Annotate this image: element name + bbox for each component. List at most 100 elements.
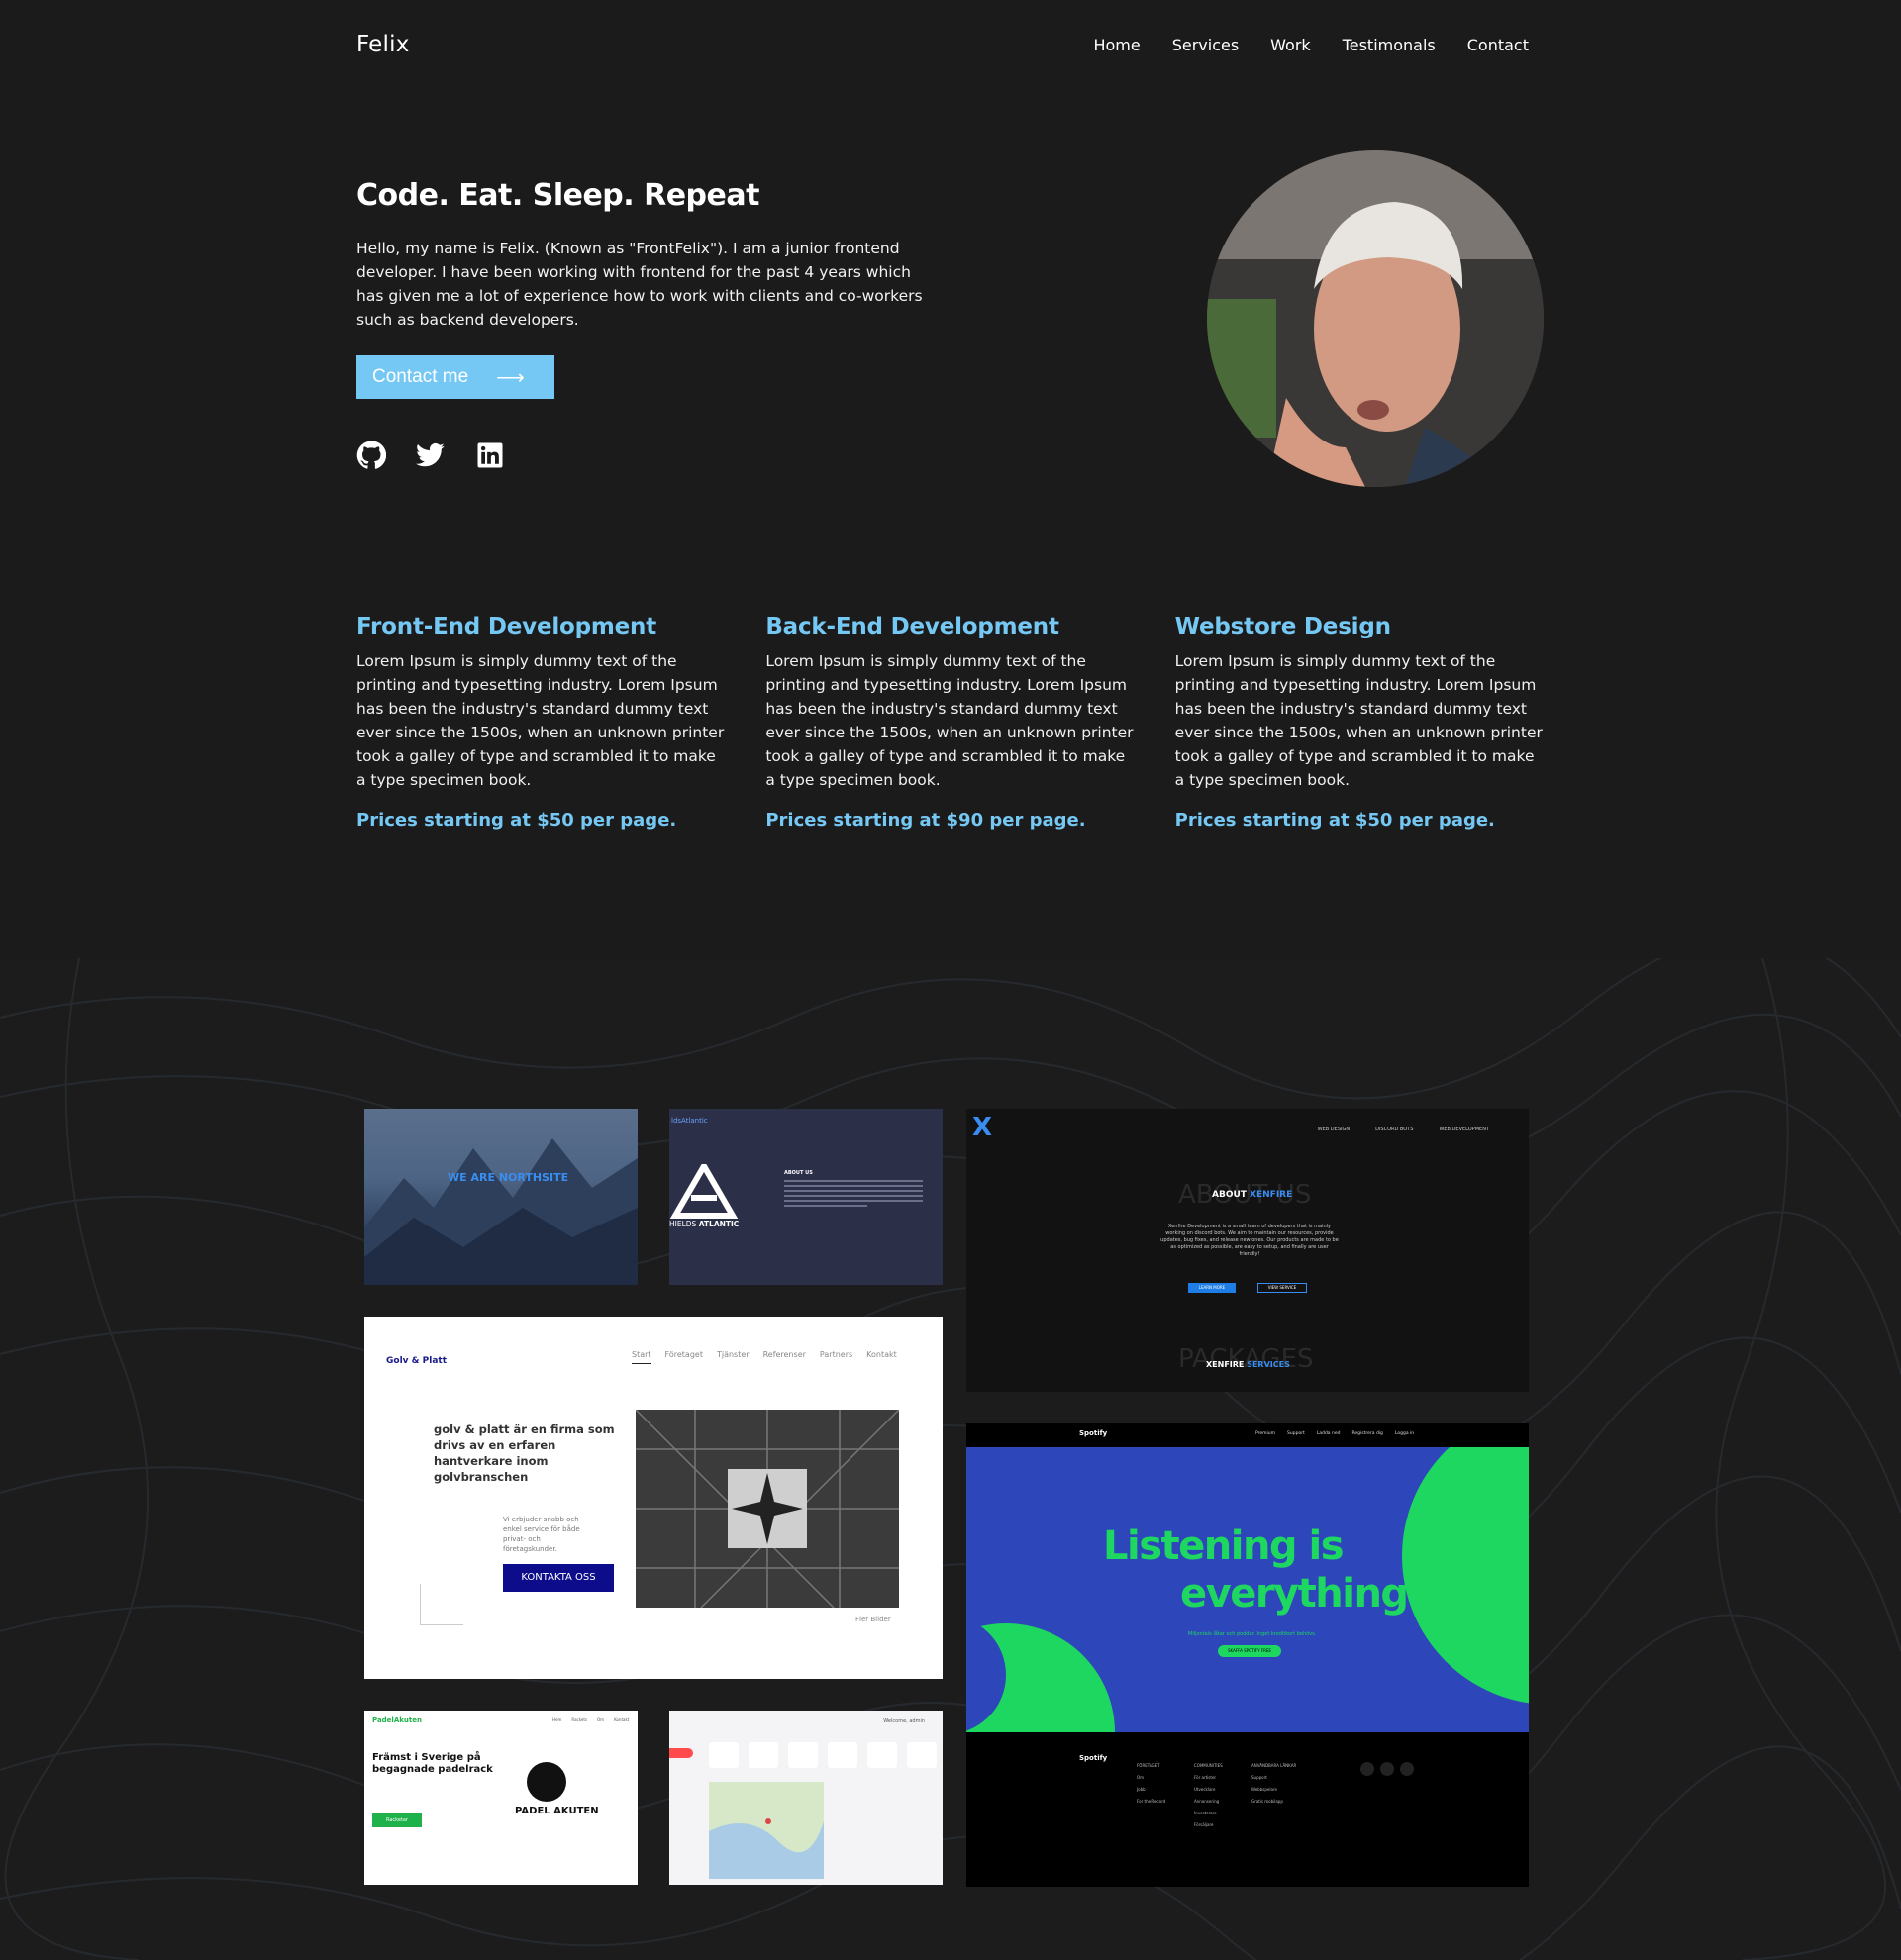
padel-menu: Hem Rackets Om Kontakt [552, 1717, 629, 1722]
arrow-right-icon: ⟶ [496, 366, 525, 389]
linkedin-icon[interactable] [475, 441, 505, 470]
spotify-footer-col: FÖRETAGET Om Jobb For the Record [1137, 1763, 1166, 1804]
dashboard-stat-card [788, 1742, 818, 1768]
service-card: Webstore Design Lorem Ipsum is simply du… [1175, 614, 1545, 831]
shields-logo-icon [669, 1164, 739, 1219]
spotify-menu: Premium Support Ladda ned Registrera dig… [1255, 1431, 1414, 1436]
spotify-menu-item: Logga in [1394, 1431, 1415, 1436]
xenfire-menu-item: WEB DESIGN [1317, 1127, 1351, 1132]
spotify-logo: Spotify [1079, 1429, 1108, 1437]
project-thumbnail-dashboard[interactable]: Welcome, admin [669, 1711, 943, 1885]
padel-menu-item: Kontakt [614, 1717, 630, 1722]
xenfire-logo: X [972, 1113, 993, 1142]
golv-menu-item: Partners [819, 1350, 853, 1359]
service-title: Webstore Design [1174, 614, 1391, 639]
spotify-tagline: Miljontals låtar och poddar. Inget kredi… [1188, 1631, 1317, 1637]
spotify-menu-item: Ladda ned [1316, 1431, 1341, 1436]
contact-me-label: Contact me [372, 366, 469, 387]
dashboard-sidebar-tab [669, 1748, 693, 1758]
golv-menu-item: Referenser [762, 1350, 806, 1359]
golv-menu-item: Tjänster [716, 1350, 750, 1359]
twitter-icon[interactable] [416, 441, 446, 470]
service-card: Front-End Development Lorem Ipsum is sim… [356, 614, 726, 831]
services-section: Front-End Development Lorem Ipsum is sim… [356, 614, 1545, 831]
spotify-footer: Spotify FÖRETAGET Om Jobb For the Record… [966, 1732, 1529, 1887]
shields-name: HIELDS ATLANTIC [669, 1220, 740, 1228]
spotify-cta: SKAFFA SPOTIFY FREE [1218, 1645, 1281, 1657]
project-thumbnail-northsite[interactable]: WE ARE NORTHSITE [364, 1109, 638, 1285]
project-thumbnail-spotify[interactable]: Spotify Premium Support Ladda ned Regist… [966, 1423, 1529, 1887]
xenfire-menu-item: DISCORD BOTS [1375, 1127, 1414, 1132]
contact-me-button[interactable]: Contact me ⟶ [356, 355, 554, 399]
spotify-menu-item: Support [1287, 1431, 1305, 1436]
hero-section: Code. Eat. Sleep. Repeat Hello, my name … [356, 178, 950, 470]
dashboard-stat-card [867, 1742, 897, 1768]
spotify-menu-item: Registrera dig [1351, 1431, 1383, 1436]
xenfire-view-service: VIEW SERVICE [1257, 1283, 1307, 1293]
dashboard-stat-card [749, 1742, 778, 1768]
dashboard-stat-card [907, 1742, 937, 1768]
work-section-background [0, 958, 1901, 1960]
golv-contact-button: KONTAKTA OSS [503, 1564, 614, 1592]
spotify-social-icons [1360, 1762, 1414, 1776]
xenfire-description: Xenfire Development is a small team of d… [1160, 1224, 1339, 1257]
golv-tile-image [635, 1409, 900, 1609]
golv-logo: Golv & Platt [386, 1356, 447, 1366]
padel-menu-item: Om [597, 1717, 605, 1722]
dashboard-map [709, 1782, 824, 1879]
padel-racket-icon [527, 1762, 566, 1802]
shields-about: ABOUT US [784, 1170, 813, 1176]
spotify-hero: Listening is everything Miljontals låtar… [966, 1447, 1529, 1732]
github-icon[interactable] [356, 441, 386, 470]
service-price: Prices starting at $50 per page. [356, 810, 677, 831]
top-nav: Felix Home Services Work Testimonals Con… [356, 28, 1529, 61]
golv-more-images: Fler Bilder [855, 1616, 891, 1623]
profile-photo [1207, 150, 1544, 487]
golv-menu-item: Företaget [664, 1350, 703, 1359]
xenfire-learn-more: LEARN MORE [1188, 1283, 1236, 1293]
service-description: Lorem Ipsum is simply dummy text of the … [1174, 652, 1543, 789]
hero-title: Code. Eat. Sleep. Repeat [356, 178, 759, 213]
golv-headline: golv & platt är en firma som drivs av en… [434, 1422, 615, 1484]
golv-menu: Start Företaget Tjänster Referenser Part… [632, 1350, 897, 1364]
spotify-header [966, 1423, 1529, 1447]
dashboard-stat-card [828, 1742, 857, 1768]
spotify-footer-logo: Spotify [1079, 1754, 1108, 1762]
xenfire-menu: WEB DESIGN DISCORD BOTS WEB DEVELOPMENT [1318, 1127, 1489, 1132]
service-card: Back-End Development Lorem Ipsum is simp… [765, 614, 1135, 831]
spotify-footer-col: ANVÄNDBARA LÄNKAR Support Webbspelare Gr… [1251, 1763, 1297, 1804]
xenfire-about-title: ABOUT XENFIRE [1212, 1190, 1293, 1200]
nav-link-testimonials[interactable]: Testimonals [1343, 36, 1436, 54]
shields-brand: ldsAtlantic [671, 1117, 708, 1125]
spotify-footer-col: COMMUNITIES För artister Utvecklare Anno… [1194, 1763, 1223, 1827]
nav-link-home[interactable]: Home [1093, 36, 1140, 54]
project-thumbnail-golv-platt[interactable]: Golv & Platt Start Företaget Tjänster Re… [364, 1317, 943, 1679]
project-thumbnail-padel-akuten[interactable]: PadelAkuten Hem Rackets Om Kontakt Främs… [364, 1711, 638, 1885]
padel-brand: PADEL AKUTEN [515, 1806, 599, 1816]
social-links [356, 441, 950, 470]
spotify-headline: Listening is everything [1103, 1523, 1409, 1617]
service-price: Prices starting at $50 per page. [1174, 810, 1495, 831]
service-description: Lorem Ipsum is simply dummy text of the … [356, 652, 725, 789]
xenfire-ghost-services: PACKAGES [1178, 1344, 1314, 1374]
padel-headline: Främst i Sverige på begagnade padelrack [372, 1752, 493, 1775]
brand-logo[interactable]: Felix [356, 32, 410, 57]
dashboard-greeting: Welcome, admin [883, 1718, 925, 1724]
project-thumbnail-xenfire[interactable]: X WEB DESIGN DISCORD BOTS WEB DEVELOPMEN… [966, 1109, 1529, 1392]
service-price: Prices starting at $90 per page. [765, 810, 1086, 831]
golv-subtext: Vi erbjuder snabb och enkel service för … [503, 1516, 580, 1553]
project-thumbnail-shields-atlantic[interactable]: ldsAtlantic HIELDS ATLANTIC ABOUT US [669, 1109, 943, 1285]
hero-intro: Hello, my name is Felix. (Known as "Fron… [356, 240, 923, 329]
padel-cta: Racketar [372, 1813, 422, 1827]
nav-link-services[interactable]: Services [1172, 36, 1239, 54]
shields-text-lines [784, 1180, 923, 1210]
nav-links: Home Services Work Testimonals Contact [1093, 36, 1529, 54]
nav-link-contact[interactable]: Contact [1467, 36, 1529, 54]
northsite-title: WE ARE NORTHSITE [448, 1171, 569, 1184]
padel-menu-item: Rackets [571, 1717, 588, 1722]
service-title: Back-End Development [765, 614, 1059, 639]
golv-menu-item: Kontakt [866, 1350, 897, 1359]
nav-link-work[interactable]: Work [1270, 36, 1311, 54]
golv-decoration [420, 1584, 463, 1625]
service-title: Front-End Development [356, 614, 657, 639]
